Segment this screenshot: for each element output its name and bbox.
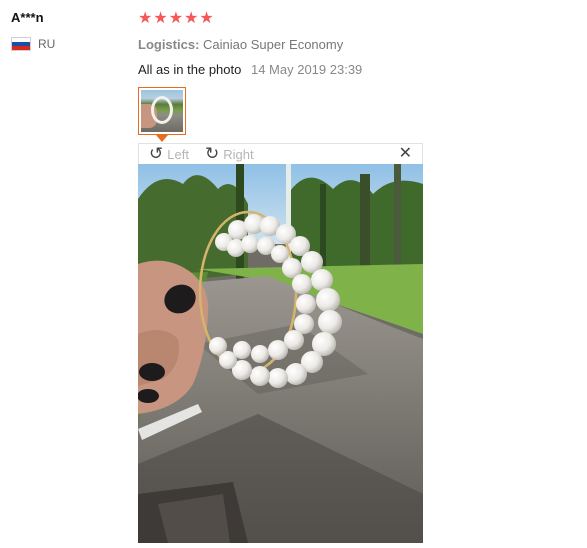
rotate-right-button[interactable]: ↻ Right	[205, 145, 254, 163]
star-icon: ★	[199, 10, 214, 27]
thumbnail-image	[141, 90, 183, 132]
logistics-value: Cainiao Super Economy	[203, 37, 344, 52]
reviewer-name: A***n	[11, 10, 44, 25]
rotate-left-icon: ↺	[149, 144, 164, 163]
thumbnail-pointer	[156, 135, 168, 142]
country-code: RU	[38, 37, 56, 51]
star-icon: ★	[184, 10, 199, 27]
review-photo	[138, 164, 423, 543]
rotate-right-icon: ↻	[205, 144, 220, 163]
close-icon[interactable]: ✕	[399, 144, 412, 164]
review-comment-row: All as in the photo 14 May 2019 23:39	[138, 62, 362, 77]
review-comment: All as in the photo	[138, 62, 242, 77]
star-icon: ★	[153, 10, 168, 27]
logistics-label: Logistics:	[138, 37, 200, 52]
star-icon: ★	[168, 10, 184, 27]
rating-stars: ★ ★ ★ ★ ★	[138, 10, 214, 28]
star-icon: ★	[138, 10, 153, 27]
russia-flag-icon	[11, 37, 31, 51]
logistics-info: Logistics: Cainiao Super Economy	[138, 37, 343, 52]
rotate-left-button[interactable]: ↺ Left	[149, 145, 189, 163]
rotate-right-label: Right	[223, 146, 254, 162]
review-date: 14 May 2019 23:39	[250, 62, 363, 77]
reviewer-country: RU	[11, 37, 55, 51]
photo-viewer-toolbar: ↺ Left ↻ Right ✕	[138, 143, 423, 164]
rotate-left-label: Left	[167, 146, 189, 162]
review-photo-thumbnail[interactable]	[138, 87, 186, 135]
